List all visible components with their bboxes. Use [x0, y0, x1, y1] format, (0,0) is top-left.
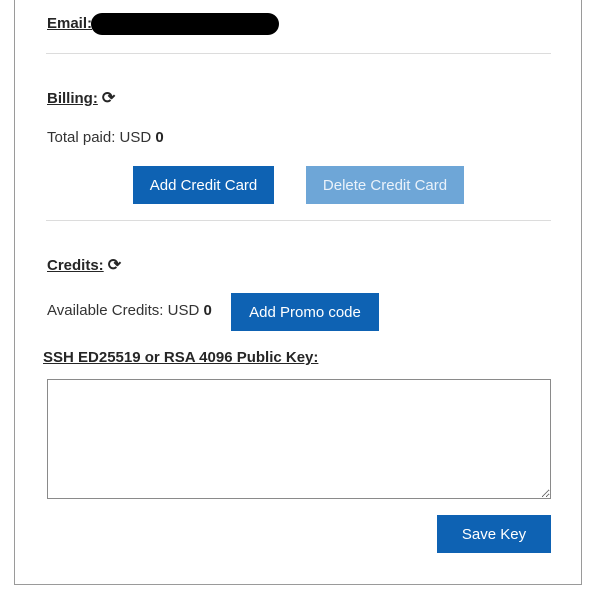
available-credits-value: 0 — [203, 302, 212, 319]
ssh-key-label: SSH ED25519 or RSA 4096 Public Key: — [43, 349, 319, 366]
add-promo-code-button[interactable]: Add Promo code — [231, 293, 379, 331]
billing-label: Billing: — [47, 90, 98, 107]
ssh-key-input[interactable] — [47, 379, 551, 499]
available-credits: Available Credits: USD 0 — [47, 302, 212, 319]
save-key-button[interactable]: Save Key — [437, 515, 551, 553]
credits-label: Credits: — [47, 257, 104, 274]
credits-header: Credits: ⟳ — [47, 255, 121, 275]
total-paid: Total paid: USD 0 — [47, 129, 164, 146]
total-paid-value: 0 — [155, 129, 164, 146]
available-credits-label: Available Credits: USD — [47, 302, 200, 319]
total-paid-label: Total paid: USD — [47, 129, 152, 146]
email-label: Email: — [47, 15, 93, 32]
email-redaction — [91, 13, 279, 35]
divider — [46, 220, 551, 221]
add-credit-card-button[interactable]: Add Credit Card — [133, 166, 274, 204]
divider — [46, 53, 551, 54]
refresh-icon[interactable]: ⟳ — [108, 255, 121, 275]
delete-credit-card-button[interactable]: Delete Credit Card — [306, 166, 464, 204]
billing-header: Billing: ⟳ — [47, 88, 115, 108]
refresh-icon[interactable]: ⟳ — [102, 88, 115, 108]
